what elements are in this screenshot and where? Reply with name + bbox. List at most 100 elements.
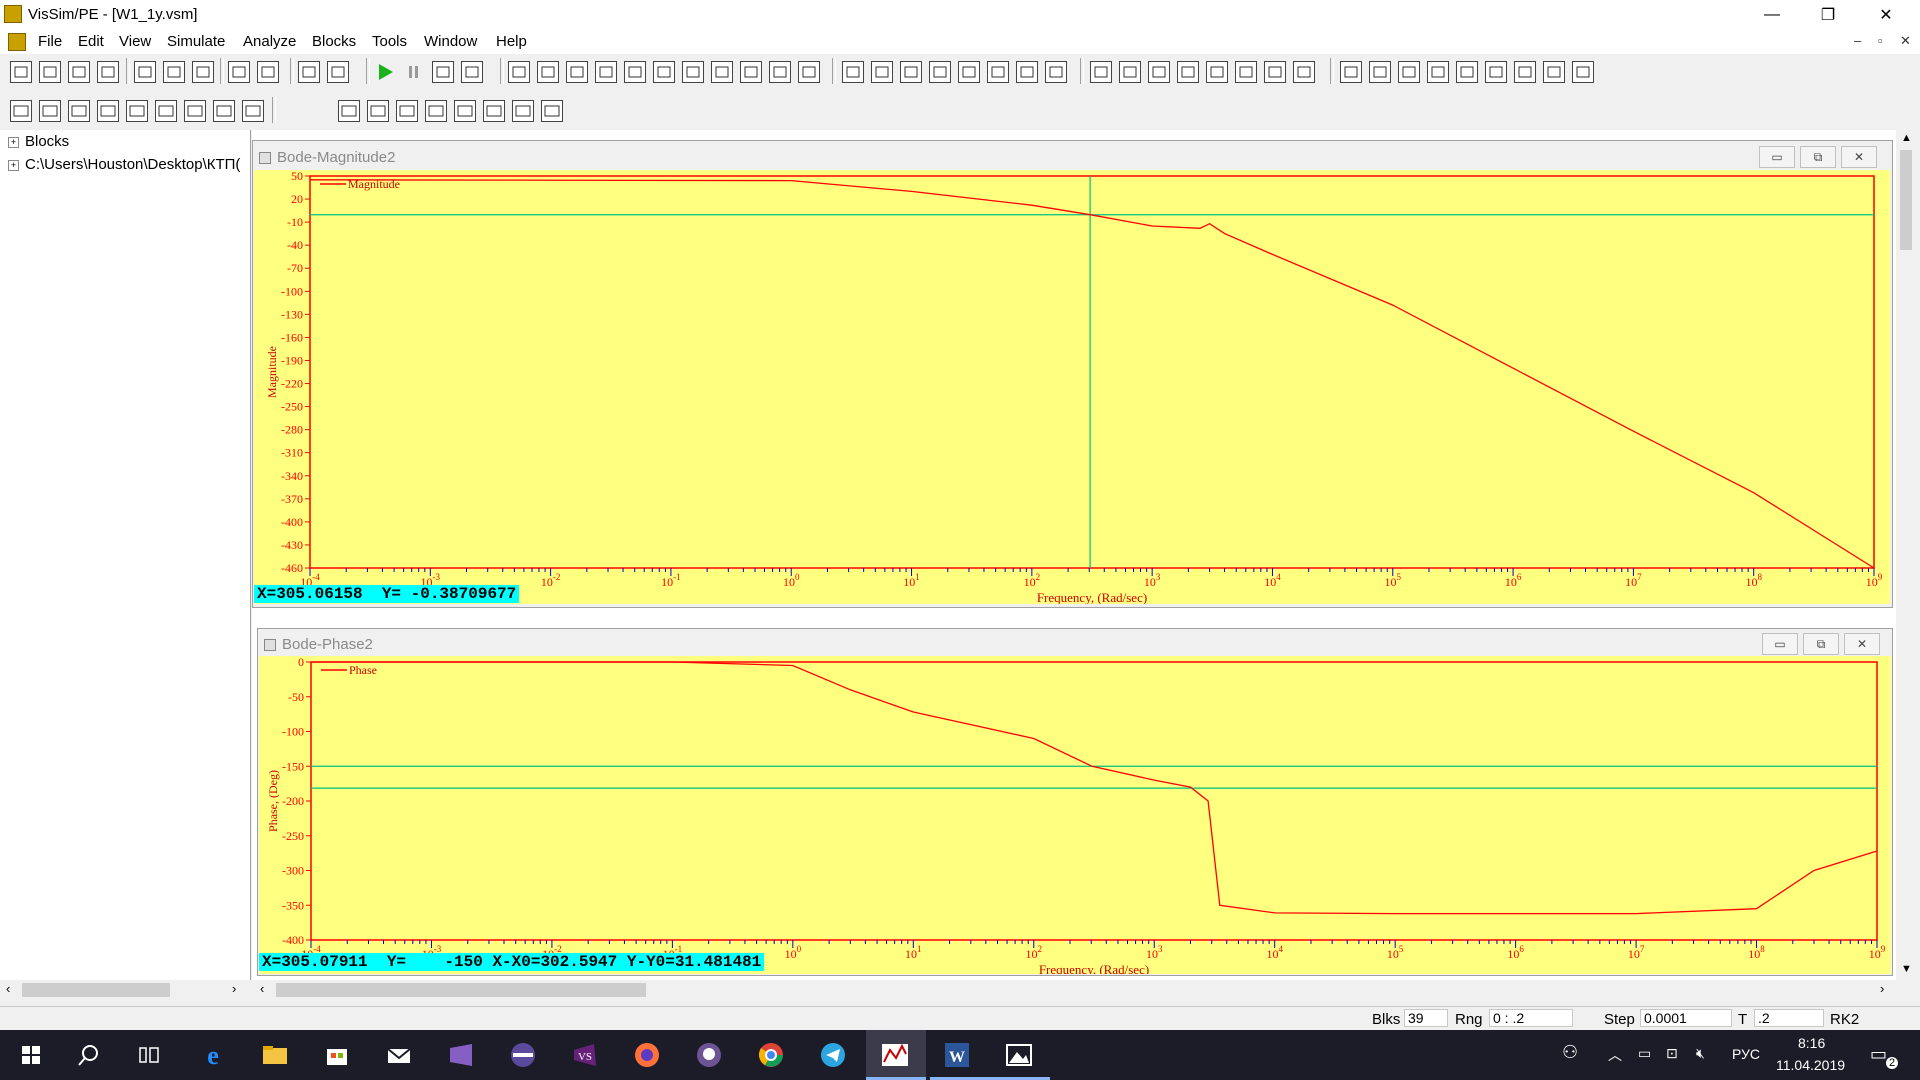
discrete-block-6-icon[interactable] [155, 100, 177, 122]
block-27-icon[interactable] [1293, 61, 1315, 83]
discrete-block-3-icon[interactable] [68, 100, 90, 122]
transfer-block-6-icon[interactable] [483, 100, 505, 122]
tree-item-blocks[interactable]: + Blocks [8, 133, 69, 150]
chrome-icon[interactable] [756, 1040, 786, 1070]
close-button[interactable]: ✕ [1858, 0, 1914, 30]
block-36-icon[interactable] [1572, 61, 1594, 83]
block-7-icon[interactable] [682, 61, 704, 83]
copy-icon[interactable] [163, 61, 185, 83]
block-18-icon[interactable] [1016, 61, 1038, 83]
scroll-thumb[interactable] [22, 983, 170, 997]
block-33-icon[interactable] [1485, 61, 1507, 83]
block-8-icon[interactable] [711, 61, 733, 83]
minimize-button[interactable]: — [1744, 0, 1800, 30]
discrete-block-9-icon[interactable] [242, 100, 264, 122]
mdi-restore-button[interactable]: ▫ [1878, 33, 1883, 48]
block-30-icon[interactable] [1398, 61, 1420, 83]
magnitude-plot[interactable]: 50 20 -10 -40 -70 -100 -130 -160 -190 -220 -250 -28… [254, 170, 1890, 604]
scroll-thumb[interactable] [1900, 150, 1912, 250]
transfer-block-1-icon[interactable] [338, 100, 360, 122]
discrete-block-1-icon[interactable] [10, 100, 32, 122]
mdi-hscrollbar[interactable]: ‹ › [254, 980, 1896, 1000]
menu-simulate[interactable]: Simulate [167, 33, 225, 50]
minimize-button[interactable]: ▭ [1759, 146, 1795, 168]
block-17-icon[interactable] [987, 61, 1009, 83]
input-language[interactable]: РУС [1732, 1046, 1760, 1062]
scroll-thumb[interactable] [276, 983, 646, 997]
phase-plot[interactable]: 0-50-100-150-200-250-300-350-40010-410-3… [259, 656, 1891, 974]
restore-button[interactable]: ⧉ [1803, 633, 1839, 655]
expand-icon[interactable]: + [8, 136, 19, 148]
scroll-left-icon[interactable]: ‹ [6, 981, 10, 996]
block-10-icon[interactable] [769, 61, 791, 83]
menu-edit[interactable]: Edit [78, 33, 104, 50]
edge-icon[interactable]: e [198, 1040, 228, 1070]
firefox-icon[interactable] [632, 1040, 662, 1070]
start-icon[interactable] [16, 1040, 46, 1070]
menu-tools[interactable]: Tools [372, 33, 407, 50]
block-29-icon[interactable] [1369, 61, 1391, 83]
vissim-icon[interactable] [880, 1040, 910, 1070]
new-icon[interactable] [10, 61, 32, 83]
mdi-minimize-button[interactable]: ‒ [1854, 33, 1861, 48]
notifications-icon[interactable]: ▭ [1870, 1044, 1887, 1065]
discrete-block-2-icon[interactable] [39, 100, 61, 122]
continue-icon[interactable] [461, 61, 483, 83]
block-16-icon[interactable] [958, 61, 980, 83]
scroll-up-icon[interactable]: ▲ [1901, 132, 1912, 144]
block-15-icon[interactable] [929, 61, 951, 83]
block-25-icon[interactable] [1235, 61, 1257, 83]
block-13-icon[interactable] [871, 61, 893, 83]
scroll-down-icon[interactable]: ▼ [1901, 963, 1912, 975]
tree-item-file[interactable]: + C:\Users\Houston\Desktop\КТП( [8, 156, 244, 173]
mdi-close-button[interactable]: ✕ [1900, 33, 1911, 49]
volume-muted-icon[interactable]: 🔇︎ [1696, 1045, 1705, 1062]
block-1-icon[interactable] [508, 61, 530, 83]
transfer-block-3-icon[interactable] [396, 100, 418, 122]
block-35-icon[interactable] [1543, 61, 1565, 83]
file-explorer-icon[interactable] [260, 1040, 290, 1070]
block-4-icon[interactable] [595, 61, 617, 83]
block-24-icon[interactable] [1206, 61, 1228, 83]
expand-icon[interactable]: + [8, 159, 19, 171]
visual-studio-2-icon[interactable]: VS [570, 1040, 600, 1070]
block-6-icon[interactable] [653, 61, 675, 83]
clock-date[interactable]: 11.04.2019 [1776, 1057, 1845, 1073]
document-icon[interactable] [8, 33, 26, 51]
tree-hscrollbar[interactable]: ‹ › [0, 980, 250, 1000]
save-icon[interactable] [68, 61, 90, 83]
print-icon[interactable] [97, 61, 119, 83]
app-icon[interactable] [4, 5, 22, 23]
transfer-block-8-icon[interactable] [541, 100, 563, 122]
block-32-icon[interactable] [1456, 61, 1478, 83]
search-icon[interactable] [74, 1040, 104, 1070]
block-2-icon[interactable] [537, 61, 559, 83]
scroll-left-icon[interactable]: ‹ [260, 981, 264, 996]
visual-studio-icon[interactable] [446, 1040, 476, 1070]
github-icon[interactable] [694, 1040, 724, 1070]
scroll-right-icon[interactable]: › [232, 981, 236, 996]
maximize-button[interactable]: ❐ [1800, 0, 1856, 30]
add-connector-icon[interactable] [228, 61, 250, 83]
open-icon[interactable] [39, 61, 61, 83]
block-23-icon[interactable] [1177, 61, 1199, 83]
mdi-vscrollbar[interactable]: ▲ ▼ [1896, 130, 1916, 980]
menu-window[interactable]: Window [424, 33, 477, 50]
step-icon[interactable] [432, 61, 454, 83]
block-34-icon[interactable] [1514, 61, 1536, 83]
cut-icon[interactable] [134, 61, 156, 83]
transfer-block-5-icon[interactable] [454, 100, 476, 122]
minimize-button[interactable]: ▭ [1762, 633, 1798, 655]
menu-blocks[interactable]: Blocks [312, 33, 356, 50]
telegram-icon[interactable] [818, 1040, 848, 1070]
eclipse-icon[interactable] [508, 1040, 538, 1070]
word-icon[interactable]: W [942, 1040, 972, 1070]
network-icon[interactable]: ⊡ [1666, 1045, 1678, 1062]
photos-icon[interactable] [1004, 1040, 1034, 1070]
store-icon[interactable] [322, 1040, 352, 1070]
scroll-right-icon[interactable]: › [1880, 981, 1884, 996]
block-31-icon[interactable] [1427, 61, 1449, 83]
transfer-block-7-icon[interactable] [512, 100, 534, 122]
remove-connector-icon[interactable] [257, 61, 279, 83]
block-22-icon[interactable] [1148, 61, 1170, 83]
